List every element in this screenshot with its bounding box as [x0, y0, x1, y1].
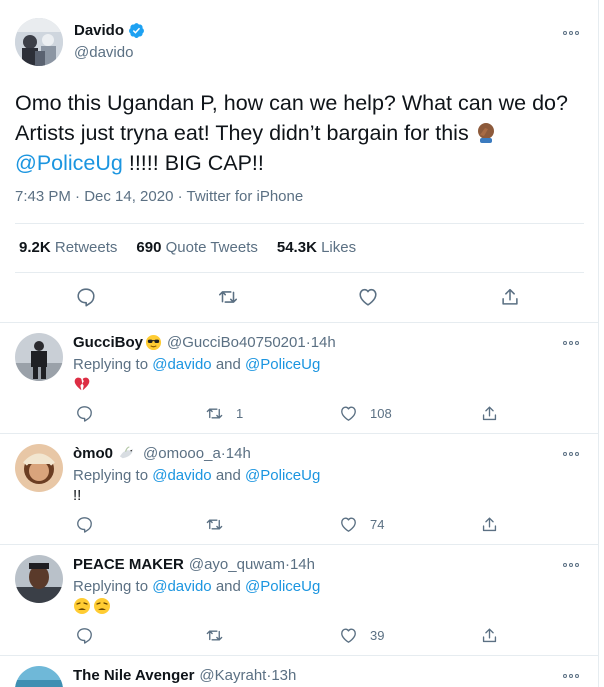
- share-icon[interactable]: [499, 286, 521, 308]
- retweets-stat[interactable]: 9.2K Retweets: [19, 239, 117, 256]
- reply-avatar[interactable]: [15, 444, 63, 492]
- like-icon[interactable]: [357, 286, 379, 308]
- more-options-icon[interactable]: [563, 560, 583, 570]
- retweet-icon: [206, 630, 223, 641]
- reply-icon[interactable]: [75, 515, 94, 534]
- share-icon[interactable]: [480, 404, 499, 423]
- author-display-name[interactable]: Davido: [74, 22, 124, 39]
- weary-face-emoji-icon: [74, 598, 90, 614]
- replying-to: Replying to @davido and @PoliceUg: [73, 578, 321, 595]
- mention-policeug[interactable]: @PoliceUg: [245, 467, 320, 484]
- retweet-button[interactable]: [205, 626, 236, 645]
- author-handle[interactable]: @davido: [74, 44, 133, 61]
- share-icon[interactable]: [480, 515, 499, 534]
- reply-header: òmo0 @omooo_a · 14h: [73, 445, 251, 462]
- mention-davido[interactable]: @davido: [152, 578, 211, 595]
- quote-tweets-stat[interactable]: 690 Quote Tweets: [136, 239, 257, 256]
- divider: [15, 272, 584, 273]
- mention-davido[interactable]: @davido: [152, 467, 211, 484]
- reply-author-name[interactable]: PEACE MAKER: [73, 556, 184, 573]
- author-name-row[interactable]: Davido: [74, 22, 145, 39]
- tweet-stats: 9.2K Retweets 690 Quote Tweets 54.3K Lik…: [19, 239, 356, 256]
- like-count: 74: [370, 517, 385, 532]
- reply-header: PEACE MAKER @ayo_quwam · 14h: [73, 556, 315, 573]
- author-avatar[interactable]: [15, 18, 63, 66]
- likes-stat[interactable]: 54.3K Likes: [277, 239, 356, 256]
- like-icon: [341, 628, 356, 643]
- replying-to: Replying to @davido and @PoliceUg: [73, 467, 321, 484]
- like-count: 39: [370, 628, 385, 643]
- like-button[interactable]: 108: [339, 404, 392, 423]
- broken-heart-emoji-icon: [74, 377, 90, 391]
- reply-icon[interactable]: [75, 626, 94, 645]
- reply-header: The Nile Avenger @Kayraht · 13h: [73, 667, 297, 684]
- dove-emoji-icon: [119, 446, 134, 459]
- reply-content: [73, 375, 91, 397]
- reply-author-name[interactable]: The Nile Avenger: [73, 667, 194, 684]
- mention-policeug[interactable]: @PoliceUg: [245, 578, 320, 595]
- retweet-icon: [206, 519, 223, 530]
- reply-avatar[interactable]: [15, 555, 63, 603]
- reply-author-handle[interactable]: @GucciBo40750201: [167, 334, 306, 351]
- reply-content: [73, 597, 111, 615]
- reply-icon[interactable]: [75, 286, 97, 308]
- facepalm-emoji-icon: [477, 123, 494, 143]
- more-options-icon[interactable]: [563, 671, 583, 681]
- share-icon[interactable]: [480, 626, 499, 645]
- mention-davido[interactable]: @davido: [152, 356, 211, 373]
- reply-header: GucciBoy @GucciBo40750201 · 14h: [73, 334, 336, 351]
- sunglasses-emoji-icon: [145, 334, 162, 351]
- weary-face-emoji-icon: [94, 598, 110, 614]
- more-options-icon[interactable]: [563, 449, 583, 459]
- tweet-text-part2: !!!!! BIG CAP!!: [122, 151, 264, 175]
- reply-time[interactable]: 14h: [311, 334, 336, 351]
- reply-author-handle[interactable]: @Kayraht: [199, 667, 266, 684]
- more-options-icon[interactable]: [563, 28, 583, 38]
- like-icon: [341, 406, 356, 421]
- reply-time[interactable]: 13h: [271, 667, 296, 684]
- retweet-button[interactable]: [205, 515, 236, 534]
- mention-policeug[interactable]: @PoliceUg: [245, 356, 320, 373]
- reply-time[interactable]: 14h: [226, 445, 251, 462]
- more-options-icon[interactable]: [563, 338, 583, 348]
- replying-to: Replying to @davido and @PoliceUg: [73, 356, 321, 373]
- reply-tweet[interactable]: PEACE MAKER @ayo_quwam · 14h Replying to…: [0, 544, 598, 655]
- reply-time[interactable]: 14h: [290, 556, 315, 573]
- retweet-count: 1: [236, 406, 244, 421]
- reply-author-name[interactable]: òmo0: [73, 445, 113, 462]
- tweet-timestamp-source[interactable]: 7:43 PM · Dec 14, 2020 · Twitter for iPh…: [15, 188, 303, 205]
- like-icon: [341, 517, 356, 532]
- like-button[interactable]: 39: [339, 626, 384, 645]
- reply-content: !!: [73, 487, 82, 504]
- tweet-thread: Davido @davido Omo this Ugandan P, how c…: [0, 0, 599, 687]
- retweet-icon: [206, 408, 223, 419]
- reply-author-handle[interactable]: @omooo_a: [143, 445, 221, 462]
- mention-policeug[interactable]: @PoliceUg: [15, 151, 123, 175]
- retweet-button[interactable]: 1: [205, 404, 243, 423]
- like-count: 108: [370, 406, 392, 421]
- like-button[interactable]: 74: [339, 515, 384, 534]
- reply-tweet[interactable]: òmo0 @omooo_a · 14h Replying to @davido …: [0, 433, 598, 544]
- retweet-icon[interactable]: [217, 286, 239, 308]
- verified-badge-icon: [129, 23, 144, 38]
- divider: [15, 223, 584, 224]
- reply-tweet[interactable]: The Nile Avenger @Kayraht · 13h: [0, 655, 598, 687]
- reply-tweet[interactable]: GucciBoy @GucciBo40750201 · 14h Replying…: [0, 322, 598, 433]
- reply-icon[interactable]: [75, 404, 94, 423]
- reply-avatar[interactable]: [15, 333, 63, 381]
- reply-avatar[interactable]: [15, 666, 63, 687]
- reply-author-handle[interactable]: @ayo_quwam: [189, 556, 285, 573]
- tweet-text: Omo this Ugandan P, how can we help? Wha…: [15, 88, 585, 178]
- reply-author-name[interactable]: GucciBoy: [73, 334, 143, 351]
